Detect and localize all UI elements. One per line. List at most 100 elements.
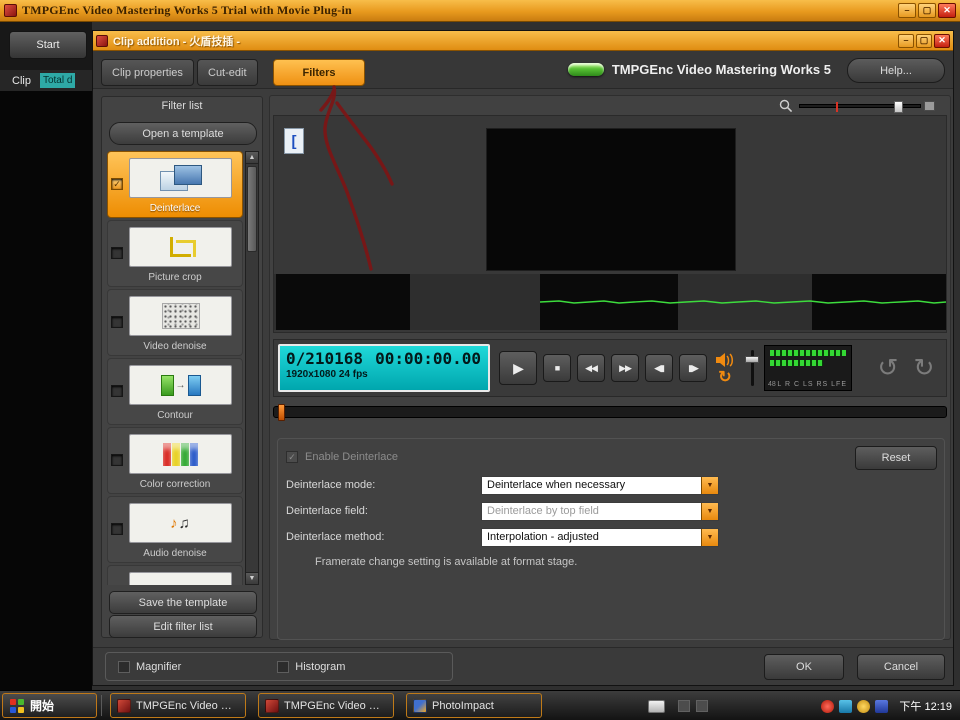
dropdown-arrow-icon[interactable]: ▼ — [701, 477, 718, 494]
loop-playback-icon[interactable]: ↻ — [718, 370, 731, 386]
filter-thumbnail — [129, 296, 232, 336]
crop-icon — [165, 234, 197, 260]
filter-item-label: Picture crop — [108, 272, 242, 283]
brand-logo: TMPGEnc Video Mastering Works 5 — [568, 62, 831, 77]
dialog-close-button[interactable]: ✕ — [934, 34, 950, 48]
tab-cut-edit[interactable]: Cut-edit — [197, 59, 258, 86]
open-template-button[interactable]: Open a template — [109, 122, 257, 145]
filter-thumbnail — [129, 227, 232, 267]
photoimpact-app-icon — [413, 699, 427, 713]
fast-forward-button[interactable]: ▶▶ — [611, 354, 639, 382]
taskbar-item-tmpgenc-1[interactable]: TMPGEnc Video Mas... — [110, 693, 246, 718]
deinterlace-method-select[interactable]: Interpolation - adjusted ▼ — [481, 528, 719, 547]
scroll-down-arrow[interactable]: ▼ — [246, 572, 258, 584]
next-frame-button[interactable]: ▮▶ — [679, 354, 707, 382]
dropdown-arrow-icon[interactable]: ▼ — [701, 529, 718, 546]
volume-handle[interactable] — [745, 356, 759, 363]
previous-frame-button[interactable]: ◀▮ — [645, 354, 673, 382]
filter-item-label: Color correction — [108, 479, 242, 490]
filter-thumbnail — [129, 572, 232, 585]
histogram-checkbox[interactable] — [277, 661, 289, 673]
zoom-end-block — [924, 101, 935, 111]
maximize-button[interactable]: ▢ — [918, 3, 936, 18]
save-template-button[interactable]: Save the template — [109, 591, 257, 614]
deinterlace-mode-select[interactable]: Deinterlace when necessary ▼ — [481, 476, 719, 495]
meter-row — [770, 350, 846, 356]
deinterlace-field-select[interactable]: Deinterlace by top field ▼ — [481, 502, 719, 521]
seek-handle[interactable] — [278, 404, 285, 421]
tray-icon[interactable] — [821, 700, 834, 713]
rewind-button[interactable]: ◀◀ — [577, 354, 605, 382]
minimize-button[interactable]: – — [898, 3, 916, 18]
deinterlace-field-label: Deinterlace field: — [286, 505, 368, 517]
zoom-slider-handle[interactable] — [894, 101, 903, 113]
music-notes-icon: ♪♫ — [170, 515, 191, 532]
filter-list-scrollbar[interactable]: ▲ ▼ — [245, 151, 259, 585]
seek-bar[interactable] — [273, 406, 947, 418]
filter-item-audio-denoise[interactable]: ♪♫ Audio denoise — [107, 496, 243, 563]
keyboard-layout-icon[interactable] — [648, 700, 665, 713]
tab-filters[interactable]: Filters — [273, 59, 365, 86]
filter-item-picture-crop[interactable]: Picture crop — [107, 220, 243, 287]
timecode: 00:00:00.00 — [375, 349, 481, 368]
tray-icon[interactable] — [839, 700, 852, 713]
play-button[interactable]: ▶ — [499, 351, 537, 385]
stop-button[interactable]: ■ — [543, 354, 571, 382]
volume-slider[interactable] — [744, 347, 760, 389]
filter-checkbox[interactable] — [111, 247, 123, 259]
language-bar-icon[interactable] — [678, 700, 690, 712]
magnifier-checkbox[interactable] — [118, 661, 130, 673]
filter-item-contour[interactable]: → Contour — [107, 358, 243, 425]
filter-checkbox[interactable] — [111, 316, 123, 328]
framerate-note: Framerate change setting is available at… — [315, 556, 577, 568]
enable-deinterlace-label: Enable Deinterlace — [305, 451, 398, 463]
close-button[interactable]: ✕ — [938, 3, 956, 18]
filter-item-partial[interactable] — [107, 565, 243, 585]
language-bar-icon[interactable] — [696, 700, 708, 712]
help-button[interactable]: Help... — [847, 58, 945, 83]
zoom-slider[interactable] — [799, 104, 921, 108]
tray-icon[interactable] — [857, 700, 870, 713]
undo-icon[interactable]: ↺ — [870, 353, 906, 383]
ok-button[interactable]: OK — [764, 654, 844, 680]
taskbar-item-tmpgenc-2[interactable]: TMPGEnc Video Mas... — [258, 693, 394, 718]
dialog-titlebar: Clip addition - 火盾技插 - – ▢ ✕ — [93, 31, 953, 51]
contour-icon: → — [161, 375, 201, 396]
frame-counter: 0/210168 — [286, 349, 363, 368]
scrollbar-thumb[interactable] — [247, 166, 257, 252]
tray-icon[interactable] — [875, 700, 888, 713]
dialog-maximize-button[interactable]: ▢ — [916, 34, 932, 48]
edit-filter-list-button[interactable]: Edit filter list — [109, 615, 257, 638]
dropdown-arrow-icon[interactable]: ▼ — [701, 503, 718, 520]
filter-list-title: Filter list — [102, 100, 262, 112]
filter-checkbox[interactable] — [111, 385, 123, 397]
scroll-up-arrow[interactable]: ▲ — [246, 152, 258, 164]
dialog-minimize-button[interactable]: – — [898, 34, 914, 48]
dialog-footer: Magnifier Histogram OK Cancel — [93, 647, 953, 685]
windows-logo-icon — [10, 699, 24, 713]
layout-bracket-icon[interactable]: [ — [284, 128, 304, 154]
deinterlace-mode-label: Deinterlace mode: — [286, 479, 375, 491]
timeline-strip[interactable] — [274, 274, 946, 330]
taskbar-item-photoimpact[interactable]: PhotoImpact — [406, 693, 542, 718]
tab-clip-properties[interactable]: Clip properties — [101, 59, 194, 86]
filter-list-panel: Filter list Open a template ✓ Deinterlac… — [101, 96, 263, 638]
taskbar-item-label: PhotoImpact — [432, 700, 494, 712]
reset-button[interactable]: Reset — [855, 446, 937, 470]
filter-checkbox[interactable]: ✓ — [111, 178, 123, 190]
filter-checkbox[interactable] — [111, 454, 123, 466]
speaker-icon[interactable] — [714, 351, 736, 369]
start-step-button[interactable]: Start — [9, 31, 87, 59]
brand-text: TMPGEnc Video Mastering Works 5 — [612, 62, 831, 77]
cancel-button[interactable]: Cancel — [857, 654, 945, 680]
clip-list[interactable] — [0, 91, 92, 690]
meter-channel-labels: L R C LS RS LFE — [777, 381, 847, 388]
filter-item-deinterlace[interactable]: ✓ Deinterlace — [107, 151, 243, 218]
start-menu-button[interactable]: 開始 — [2, 693, 97, 718]
filter-item-color-correction[interactable]: Color correction — [107, 427, 243, 494]
filter-checkbox[interactable] — [111, 523, 123, 535]
enable-deinterlace-checkbox[interactable]: ✓ — [286, 451, 298, 463]
filter-item-video-denoise[interactable]: Video denoise — [107, 289, 243, 356]
redo-icon[interactable]: ↻ — [906, 353, 942, 383]
video-preview-area: [ — [273, 115, 947, 333]
